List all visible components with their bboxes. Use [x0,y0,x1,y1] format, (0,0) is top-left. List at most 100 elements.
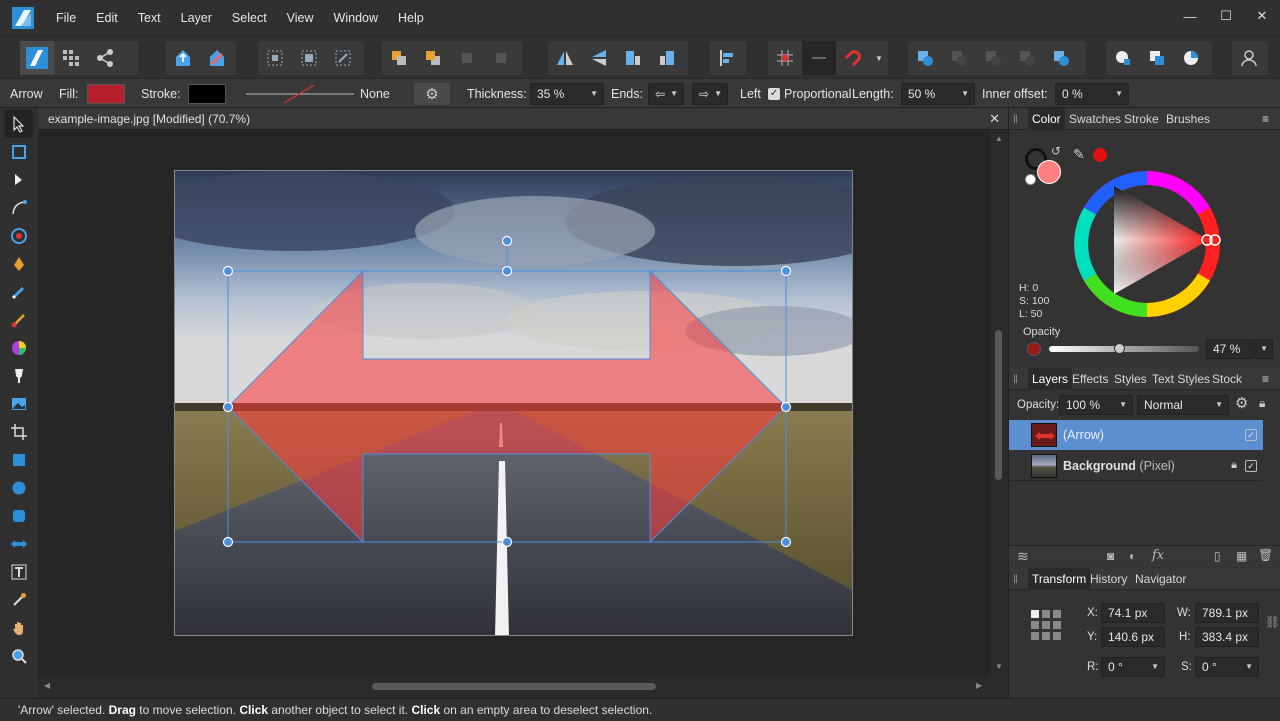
marquee-button[interactable] [258,41,292,75]
y-field[interactable]: 140.6 px [1101,627,1165,647]
menu-select[interactable]: Select [222,0,277,36]
x-field[interactable]: 74.1 px [1101,603,1165,623]
new-pixel-layer-icon[interactable]: ▦ [1236,549,1247,563]
lock-icon[interactable]: 🔒︎ [1259,396,1265,411]
xor-button[interactable] [1010,41,1044,75]
pencil-tool[interactable] [5,278,33,306]
tab-styles[interactable]: Styles [1114,368,1147,390]
stroke-style-selector[interactable]: None [244,83,394,105]
stroke-swatch[interactable] [188,84,226,104]
panel-menu-icon[interactable]: ≡ [1262,368,1269,390]
insert-inside-button[interactable] [1174,41,1208,75]
scroll-right-icon[interactable]: ▶ [976,681,982,690]
arrange-disabled-2[interactable] [484,41,518,75]
layers-stack-icon[interactable]: ≋ [1017,548,1029,565]
fill-tool[interactable] [5,362,33,390]
picked-color-swatch[interactable] [1093,148,1107,162]
new-layer-icon[interactable]: ▯ [1214,549,1221,563]
eyedropper-tool[interactable] [5,586,33,614]
fx-icon[interactable]: fx [1152,548,1164,563]
snap-toggle-button[interactable] [802,41,836,75]
artboard-tool[interactable] [5,138,33,166]
rectangle-tool[interactable] [5,446,33,474]
lock-icon[interactable]: 🔒︎ [1231,459,1237,472]
tab-stock[interactable]: Stock [1212,368,1242,390]
close-button[interactable]: ✕ [1244,0,1280,32]
rounded-rectangle-tool[interactable] [5,502,33,530]
layer-row-arrow[interactable]: (Arrow) ✓ [1009,420,1263,450]
menu-edit[interactable]: Edit [86,0,128,36]
tab-navigator[interactable]: Navigator [1135,568,1186,590]
w-field[interactable]: 789.1 px [1195,603,1259,623]
h-field[interactable]: 383.4 px [1195,627,1259,647]
adjustment-icon[interactable]: ◐ [1129,549,1136,563]
snap-grid-button[interactable] [768,41,802,75]
document-canvas[interactable] [174,170,853,636]
tab-layers[interactable]: Layers [1028,368,1073,390]
rotation-field[interactable]: 0 ° ▼ [1101,657,1165,677]
move-tool[interactable] [5,110,33,138]
length-field[interactable]: 50 % ▼ [901,83,975,105]
red-eye-tool[interactable] [5,222,33,250]
place-image-tool[interactable] [5,390,33,418]
fill-swatch[interactable] [87,84,125,104]
pen-tool[interactable] [5,250,33,278]
tab-color[interactable]: Color [1028,108,1065,130]
intersect-button[interactable] [976,41,1010,75]
eyedropper-icon[interactable]: ✎ [1073,146,1085,163]
tab-history[interactable]: History [1090,568,1127,590]
end-end-selector[interactable]: ⇨ ▼ [692,83,728,105]
scroll-left-icon[interactable]: ◀ [44,681,50,690]
vertical-scroll-thumb[interactable] [995,330,1002,480]
trash-icon[interactable]: 🗑︎ [1258,548,1273,562]
layer-settings-gear-icon[interactable]: ⚙ [1235,394,1248,412]
add-button[interactable] [908,41,942,75]
opacity-slider-thumb[interactable] [1114,343,1125,354]
fill-color-circle[interactable] [1037,160,1061,184]
start-end-selector[interactable]: ⇦ ▼ [648,83,684,105]
layer-row-background[interactable]: Background (Pixel) 🔒︎ ✓ [1009,451,1263,481]
tab-text-styles[interactable]: Text Styles [1152,368,1210,390]
view-tool[interactable] [5,614,33,642]
horizontal-scrollbar[interactable]: ◀ ▶ [38,676,990,696]
quick-mask-button[interactable] [200,41,234,75]
insert-behind-button[interactable] [1106,41,1140,75]
link-aspect-icon[interactable]: ⛓︎ [1265,615,1280,629]
tab-stroke[interactable]: Stroke [1124,108,1159,130]
rotate-left-button[interactable] [616,41,650,75]
document-tab[interactable]: example-image.jpg [Modified] (70.7%) ✕ [38,108,1008,130]
panel-menu-icon[interactable]: ≡ [1262,108,1269,130]
layer-visibility-checkbox[interactable]: ✓ [1245,460,1257,472]
close-icon[interactable]: ✕ [989,108,1000,130]
crop-tool[interactable] [5,418,33,446]
menu-file[interactable]: File [46,0,86,36]
layer-opacity-field[interactable]: 100 % ▼ [1059,395,1133,415]
panel-grip-icon[interactable]: ‖ [1013,108,1018,130]
flip-horizontal-button[interactable] [548,41,582,75]
color-picker-tool[interactable] [5,334,33,362]
panel-grip-icon[interactable]: ‖ [1013,568,1018,590]
account-button[interactable] [1232,41,1266,75]
snapping-button[interactable] [836,41,870,75]
tab-brushes[interactable]: Brushes [1166,108,1210,130]
color-opacity-dropdown[interactable]: ▼ [1255,339,1273,359]
menu-view[interactable]: View [277,0,324,36]
tab-effects[interactable]: Effects [1072,368,1108,390]
subtract-button[interactable] [942,41,976,75]
arrow-shape-tool[interactable] [5,530,33,558]
insert-top-button[interactable] [1140,41,1174,75]
flip-vertical-button[interactable] [582,41,616,75]
marquee-refine-button[interactable] [326,41,360,75]
liquify-persona-button[interactable] [54,41,88,75]
color-swatch-pair[interactable]: ↺ [1025,144,1065,188]
inner-offset-field[interactable]: 0 % ▼ [1055,83,1129,105]
menu-text[interactable]: Text [128,0,171,36]
app-logo-icon[interactable] [12,7,34,29]
zoom-tool[interactable] [5,642,33,670]
menu-window[interactable]: Window [324,0,388,36]
align-button[interactable] [710,41,744,75]
color-opacity-field[interactable]: 47 % [1206,339,1254,359]
arrange-back-button[interactable] [382,41,416,75]
shear-field[interactable]: 0 ° ▼ [1195,657,1259,677]
arrange-disabled-1[interactable] [450,41,484,75]
